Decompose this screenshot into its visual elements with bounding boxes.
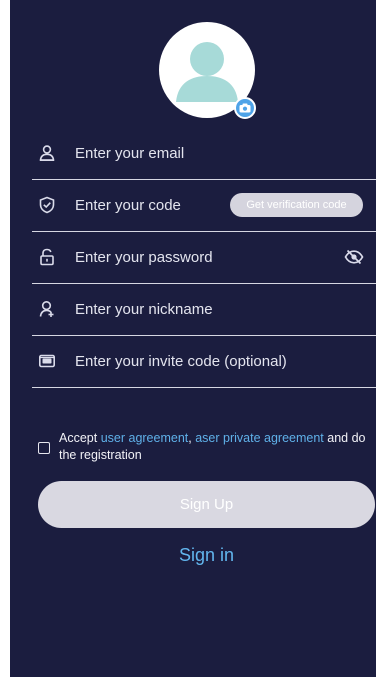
agreement-prefix: Accept [59,431,98,445]
eye-off-icon[interactable] [344,248,364,266]
password-field-row [32,232,376,284]
nickname-field-row [32,284,376,336]
agreement-separator: , [188,431,192,445]
user-outline-icon [38,300,56,318]
email-input[interactable] [75,140,275,166]
envelope-icon [38,352,56,370]
agreement-checkbox[interactable] [38,442,50,454]
agreement-text: Accept user agreement, aser private agre… [59,430,376,464]
password-input[interactable] [75,244,275,270]
camera-glyph [239,103,251,113]
register-screen: Get verification code [10,0,376,677]
nickname-input[interactable] [75,296,275,322]
code-field-row: Get verification code [32,180,376,232]
private-agreement-link[interactable]: aser private agreement [195,431,324,445]
invite-code-field-row [32,336,376,388]
sign-up-button[interactable]: Sign Up [38,481,375,528]
code-input[interactable] [75,192,220,218]
person-icon [38,144,56,162]
shield-check-icon [38,196,56,214]
email-field-row [32,128,376,180]
user-agreement-link[interactable]: user agreement [101,431,189,445]
sign-in-link[interactable]: Sign in [10,545,376,566]
invite-code-input[interactable] [75,348,365,374]
avatar-upload[interactable] [159,22,256,119]
camera-icon[interactable] [234,97,256,119]
get-verification-code-button[interactable]: Get verification code [230,193,363,217]
lock-icon [38,248,56,266]
